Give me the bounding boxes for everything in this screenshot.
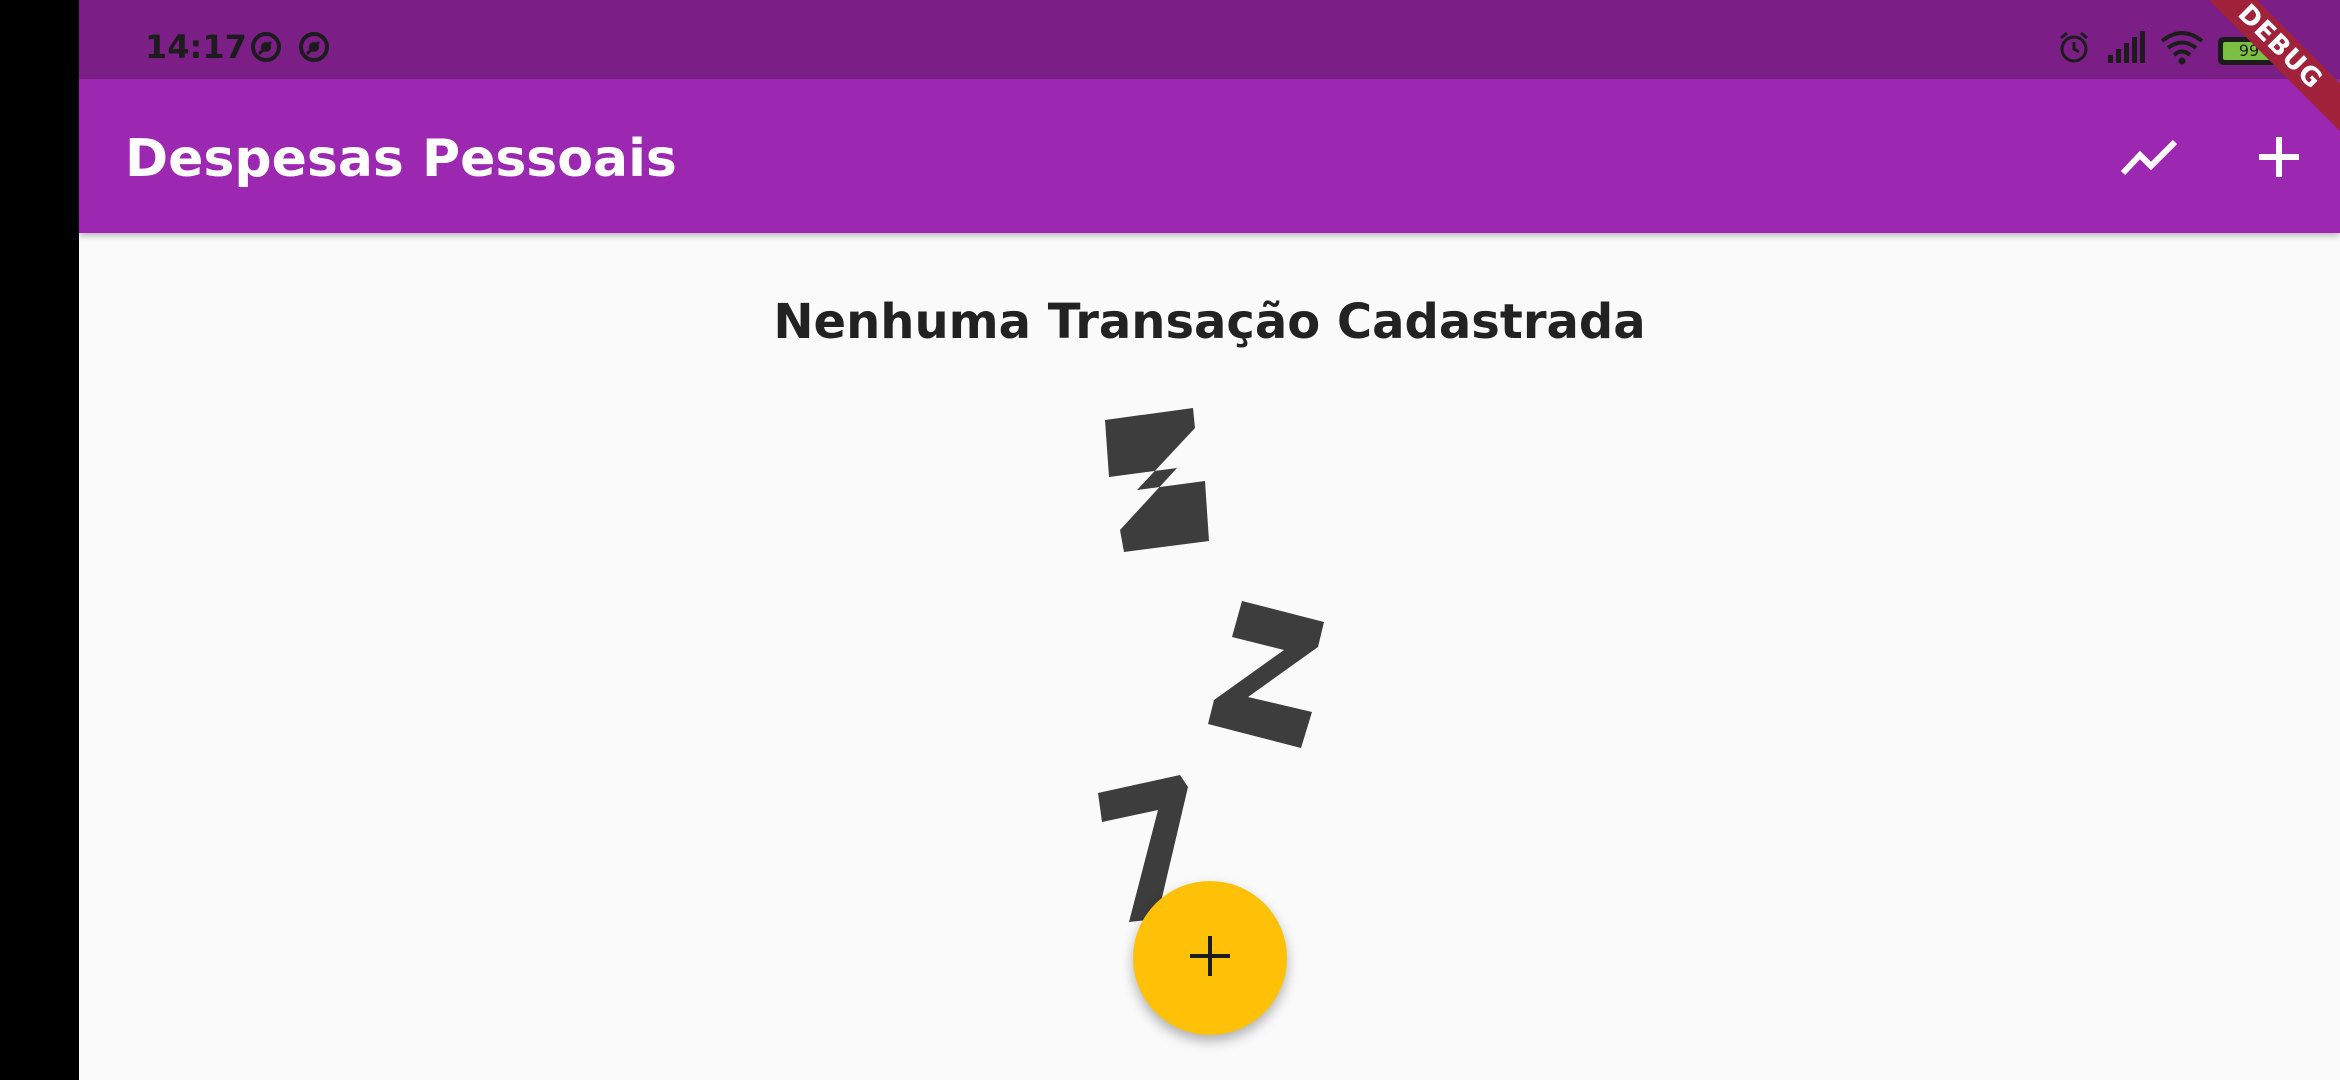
left-black-bar xyxy=(0,0,79,1080)
z-letter-top xyxy=(1105,408,1209,552)
add-icon xyxy=(1187,933,1233,984)
add-transaction-fab[interactable] xyxy=(1133,881,1287,1035)
z-letter-middle xyxy=(1208,601,1324,748)
app-screen: 14:17 99 Despesas Pessoais DEBUG Nenhuma… xyxy=(79,0,2340,1080)
